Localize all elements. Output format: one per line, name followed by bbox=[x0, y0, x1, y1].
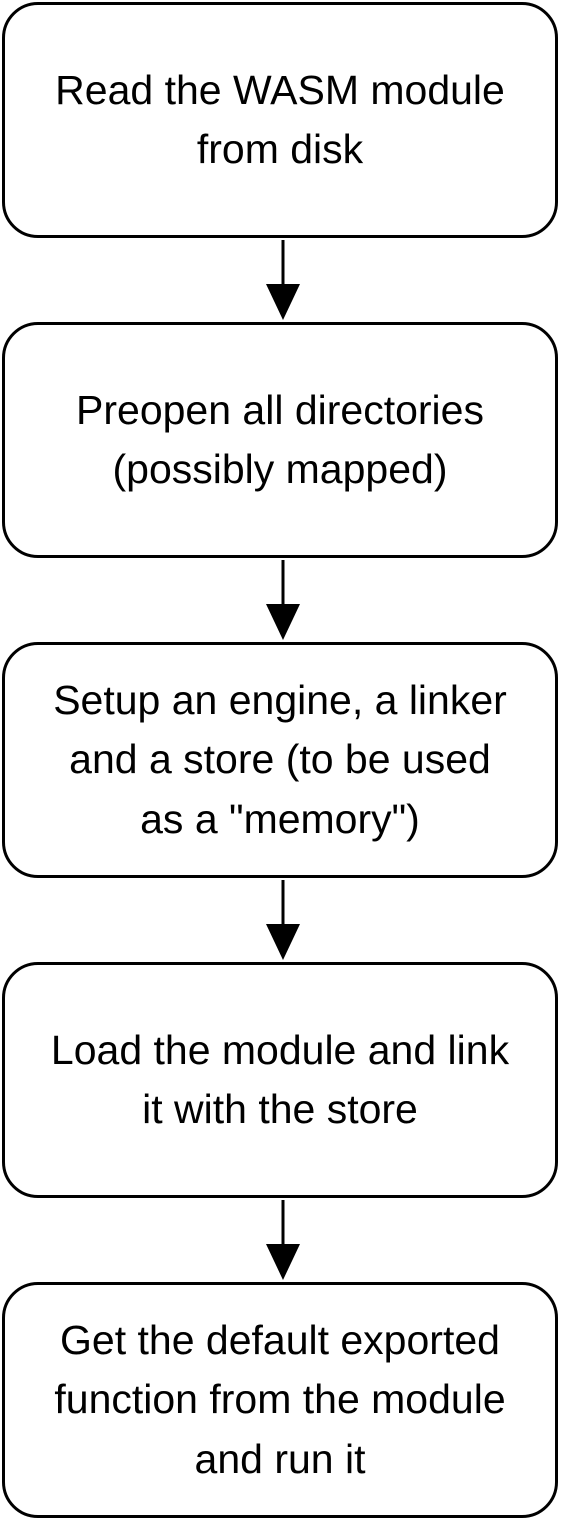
flowchart: Read the WASM module from disk Preopen a… bbox=[0, 0, 564, 1524]
step-box-load-module: Load the module and link it with the sto… bbox=[2, 962, 558, 1198]
step-box-run-function: Get the default exported function from t… bbox=[2, 1282, 558, 1518]
step-box-setup-engine: Setup an engine, a linker and a store (t… bbox=[2, 642, 558, 878]
step-box-read-module: Read the WASM module from disk bbox=[2, 2, 558, 238]
arrow-3-to-4 bbox=[266, 880, 300, 960]
step-label-run-function: Get the default exported function from t… bbox=[54, 1316, 506, 1482]
arrow-2-to-3 bbox=[266, 560, 300, 640]
step-label-preopen-directories: Preopen all directories (possibly mapped… bbox=[76, 386, 484, 492]
step-label-read-module: Read the WASM module from disk bbox=[55, 66, 505, 172]
arrow-1-to-2 bbox=[266, 240, 300, 320]
arrow-4-to-5 bbox=[266, 1200, 300, 1280]
step-label-setup-engine: Setup an engine, a linker and a store (t… bbox=[53, 676, 507, 842]
step-label-load-module: Load the module and link it with the sto… bbox=[50, 1026, 510, 1132]
step-box-preopen-directories: Preopen all directories (possibly mapped… bbox=[2, 322, 558, 558]
